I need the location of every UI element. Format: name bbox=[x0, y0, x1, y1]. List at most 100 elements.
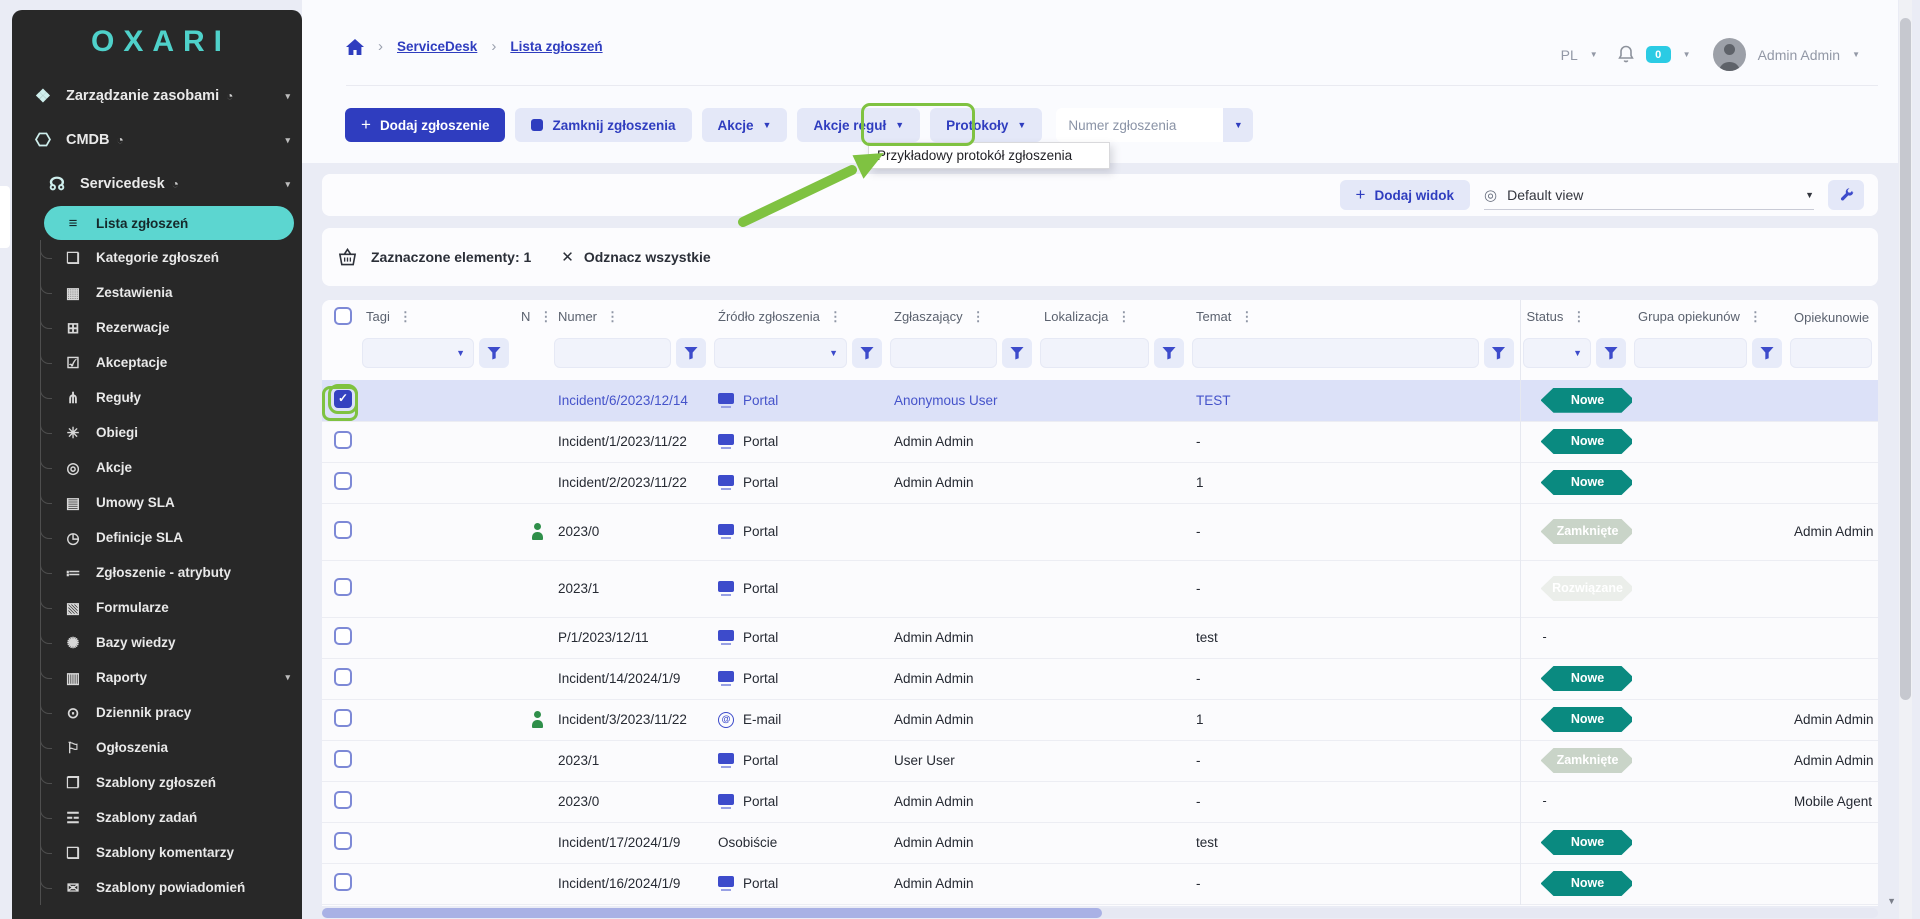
sidebar-item[interactable]: ✉ Szablony powiadomień bbox=[12, 870, 302, 905]
tags-filter-select[interactable]: ▼ bbox=[362, 338, 474, 368]
status-filter-button[interactable] bbox=[1596, 338, 1626, 368]
status-filter-select[interactable]: ▼ bbox=[1523, 338, 1592, 368]
sidebar-item[interactable]: ⚐ Ogłoszenia bbox=[12, 730, 302, 765]
table-row[interactable]: 2023/0 Portal - Zamknięte Admin Admin bbox=[322, 503, 1878, 560]
basket-icon[interactable] bbox=[338, 248, 357, 266]
sidebar-item[interactable]: ≔ Zgłoszenie - atrybuty bbox=[12, 555, 302, 590]
sidebar-item[interactable]: ✳ Obiegi bbox=[12, 415, 302, 450]
sidebar-item[interactable]: ◷ Definicje SLA bbox=[12, 520, 302, 555]
reporter-filter-button[interactable] bbox=[1002, 338, 1032, 368]
sidebar-item[interactable]: ⊞ Rezerwacje bbox=[12, 310, 302, 345]
sidebar-item[interactable]: ☲ Szablony zadań bbox=[12, 800, 302, 835]
row-checkbox[interactable] bbox=[334, 709, 352, 727]
column-menu-icon[interactable]: ⋮ bbox=[539, 309, 552, 324]
sidebar-item[interactable]: ▤ Umowy SLA bbox=[12, 485, 302, 520]
view-select[interactable]: ◎ Default view ▼ bbox=[1484, 180, 1814, 210]
row-checkbox[interactable] bbox=[334, 431, 352, 449]
sidebar-item[interactable]: ❏ Kategorie zgłoszeń bbox=[12, 240, 302, 275]
bell-icon[interactable] bbox=[1618, 45, 1634, 64]
breadcrumb-link-lista[interactable]: Lista zgłoszeń bbox=[510, 39, 602, 54]
location-filter-input[interactable] bbox=[1040, 338, 1149, 368]
sidebar-item[interactable]: ❖ Zarządzanie zasobami ◔ ▾ bbox=[12, 74, 302, 118]
protocols-button[interactable]: Protokoły ▼ bbox=[930, 108, 1042, 142]
row-checkbox[interactable] bbox=[334, 873, 352, 891]
table-row[interactable]: Incident/3/2023/11/22 E-mail Admin Admin… bbox=[322, 699, 1878, 740]
close-tickets-button[interactable]: Zamknij zgłoszenia bbox=[515, 108, 691, 142]
language-selector[interactable]: PL bbox=[1561, 47, 1578, 63]
search-dropdown-button[interactable]: ▼ bbox=[1223, 108, 1253, 142]
source-filter-select[interactable]: ▼ bbox=[714, 338, 847, 368]
table-row[interactable]: P/1/2023/12/11 Portal Admin Admin test - bbox=[322, 617, 1878, 658]
row-checkbox[interactable] bbox=[334, 627, 352, 645]
table-row[interactable]: Incident/6/2023/12/14 Portal Anonymous U… bbox=[322, 380, 1878, 421]
chevron-down-icon[interactable]: ▼ bbox=[1683, 50, 1691, 59]
tags-filter-button[interactable] bbox=[479, 338, 509, 368]
vertical-scrollbar-thumb[interactable] bbox=[1900, 18, 1911, 700]
sidebar-item[interactable]: ☊ Servicedesk ◔ ▾ bbox=[12, 162, 302, 206]
cell-group bbox=[1632, 863, 1788, 904]
row-checkbox[interactable] bbox=[334, 750, 352, 768]
row-checkbox[interactable] bbox=[334, 832, 352, 850]
table-row[interactable]: 2023/1 Portal - Rozwiązane bbox=[322, 560, 1878, 617]
table-row[interactable]: Incident/14/2024/1/9 Portal Admin Admin … bbox=[322, 658, 1878, 699]
ticket-number-input[interactable] bbox=[1056, 108, 1223, 142]
add-ticket-button[interactable]: + Dodaj zgłoszenie bbox=[345, 108, 505, 142]
group-filter-input[interactable] bbox=[1634, 338, 1747, 368]
deselect-all-button[interactable]: ✕ Odznacz wszystkie bbox=[561, 248, 710, 266]
row-checkbox[interactable] bbox=[334, 578, 352, 596]
sidebar-item[interactable]: ▦ Zestawienia bbox=[12, 275, 302, 310]
reporter-filter-input[interactable] bbox=[890, 338, 997, 368]
sidebar-item[interactable]: ⋔ Reguły bbox=[12, 380, 302, 415]
chevron-down-icon[interactable]: ▼ bbox=[1590, 50, 1598, 59]
sidebar-item[interactable]: ◎ Akcje bbox=[12, 450, 302, 485]
column-menu-icon[interactable]: ⋮ bbox=[1240, 309, 1253, 324]
column-menu-icon[interactable]: ⋮ bbox=[972, 309, 985, 324]
scroll-down-arrow-icon[interactable]: ▼ bbox=[1887, 896, 1896, 906]
table-row[interactable]: Incident/16/2024/1/9 Portal Admin Admin … bbox=[322, 863, 1878, 904]
sidebar-item[interactable]: ❐ Szablony zgłoszeń bbox=[12, 765, 302, 800]
rule-actions-button[interactable]: Akcje reguł ▼ bbox=[797, 108, 920, 142]
sidebar-item[interactable]: ≡ Lista zgłoszeń bbox=[44, 206, 294, 240]
horizontal-scrollbar-thumb[interactable] bbox=[322, 908, 1102, 918]
row-checkbox[interactable] bbox=[334, 390, 352, 408]
sidebar-item[interactable]: ⎔ CMDB ◔ ▾ bbox=[12, 118, 302, 162]
column-menu-icon[interactable]: ⋮ bbox=[606, 309, 619, 324]
sidebar-item[interactable]: ❑ Szablony komentarzy bbox=[12, 835, 302, 870]
row-checkbox[interactable] bbox=[334, 521, 352, 539]
table-row[interactable]: Incident/2/2023/11/22 Portal Admin Admin… bbox=[322, 462, 1878, 503]
location-filter-button[interactable] bbox=[1154, 338, 1184, 368]
select-all-checkbox[interactable] bbox=[334, 307, 352, 325]
sidebar-item[interactable]: ✺ Bazy wiedzy bbox=[12, 625, 302, 660]
actions-button[interactable]: Akcje ▼ bbox=[702, 108, 788, 142]
chevron-down-icon[interactable]: ▼ bbox=[1852, 50, 1860, 59]
sidebar-item[interactable]: ▥ Raporty ▾ bbox=[12, 660, 302, 695]
row-checkbox[interactable] bbox=[334, 668, 352, 686]
number-filter-input[interactable] bbox=[554, 338, 671, 368]
column-menu-icon[interactable]: ⋮ bbox=[1749, 309, 1762, 324]
column-menu-icon[interactable]: ⋮ bbox=[1572, 309, 1585, 324]
table-row[interactable]: Incident/17/2024/1/9 Osobiście Admin Adm… bbox=[322, 822, 1878, 863]
home-icon[interactable] bbox=[346, 39, 364, 55]
column-menu-icon[interactable]: ⋮ bbox=[399, 309, 412, 324]
sidebar-item[interactable]: ☑ Akceptacje bbox=[12, 345, 302, 380]
breadcrumb-link-servicedesk[interactable]: ServiceDesk bbox=[397, 39, 477, 54]
sidebar-item[interactable]: ▧ Formularze bbox=[12, 590, 302, 625]
group-filter-button[interactable] bbox=[1752, 338, 1782, 368]
number-filter-button[interactable] bbox=[676, 338, 706, 368]
source-filter-button[interactable] bbox=[852, 338, 882, 368]
column-menu-icon[interactable]: ⋮ bbox=[1117, 309, 1130, 324]
row-checkbox[interactable] bbox=[334, 791, 352, 809]
view-settings-button[interactable] bbox=[1828, 180, 1864, 210]
table-row[interactable]: Incident/1/2023/11/22 Portal Admin Admin… bbox=[322, 421, 1878, 462]
table-row[interactable]: 2023/1 Portal User User - Zamknięte Admi… bbox=[322, 740, 1878, 781]
protocol-dropdown-item[interactable]: Przykładowy protokół zgłoszenia bbox=[869, 148, 1109, 163]
column-menu-icon[interactable]: ⋮ bbox=[829, 309, 842, 324]
subject-filter-button[interactable] bbox=[1484, 338, 1514, 368]
table-row[interactable]: 2023/0 Portal Admin Admin - - Mobile Age… bbox=[322, 781, 1878, 822]
avatar[interactable] bbox=[1713, 38, 1746, 71]
assignees-filter-input[interactable] bbox=[1790, 338, 1872, 368]
add-view-button[interactable]: + Dodaj widok bbox=[1340, 180, 1470, 210]
sidebar-item[interactable]: ⊙ Dziennik pracy bbox=[12, 695, 302, 730]
row-checkbox[interactable] bbox=[334, 472, 352, 490]
subject-filter-input[interactable] bbox=[1192, 338, 1479, 368]
